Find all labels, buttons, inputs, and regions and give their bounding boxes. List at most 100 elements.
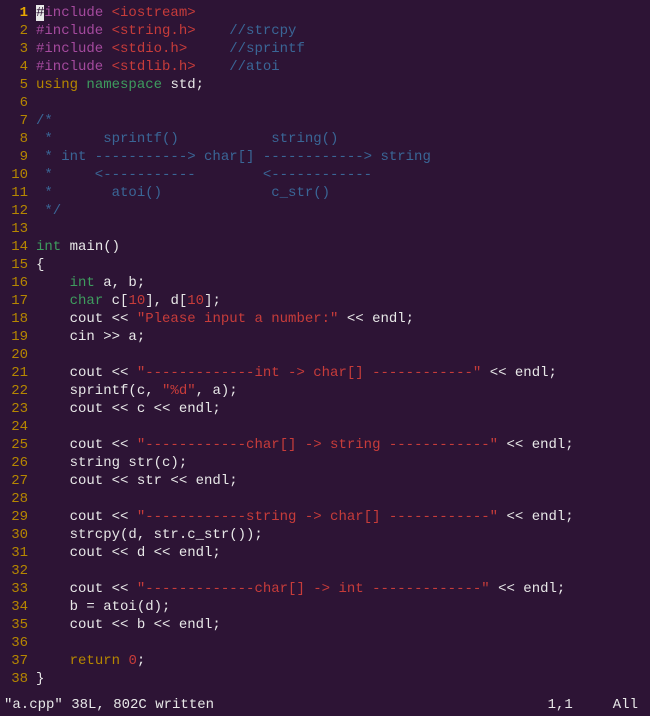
line-number: 26	[0, 454, 28, 472]
code-content[interactable]: #include <iostream>	[28, 4, 196, 22]
code-content[interactable]: #include <stdio.h> //sprintf	[28, 40, 305, 58]
code-line[interactable]: 11 * atoi() c_str()	[0, 184, 650, 202]
code-line[interactable]: 32	[0, 562, 650, 580]
code-content[interactable]: */	[28, 202, 61, 220]
code-line[interactable]: 9 * int -----------> char[] ------------…	[0, 148, 650, 166]
code-content[interactable]: sprintf(c, "%d", a);	[28, 382, 238, 400]
code-content[interactable]: return 0;	[28, 652, 145, 670]
code-line[interactable]: 12 */	[0, 202, 650, 220]
code-line[interactable]: 17 char c[10], d[10];	[0, 292, 650, 310]
code-line[interactable]: 21 cout << "-------------int -> char[] -…	[0, 364, 650, 382]
token-normal: , a);	[196, 383, 238, 399]
code-line[interactable]: 25 cout << "------------char[] -> string…	[0, 436, 650, 454]
line-number: 11	[0, 184, 28, 202]
code-line[interactable]: 1#include <iostream>	[0, 4, 650, 22]
code-line[interactable]: 2#include <string.h> //strcpy	[0, 22, 650, 40]
code-content[interactable]: #include <stdlib.h> //atoi	[28, 58, 280, 76]
code-line[interactable]: 4#include <stdlib.h> //atoi	[0, 58, 650, 76]
code-line[interactable]: 35 cout << b << endl;	[0, 616, 650, 634]
code-content[interactable]: cout << c << endl;	[28, 400, 221, 418]
code-line[interactable]: 28	[0, 490, 650, 508]
code-content[interactable]: cout << "------------string -> char[] --…	[28, 508, 574, 526]
token-normal	[187, 41, 229, 57]
code-content[interactable]: }	[28, 670, 44, 688]
code-editor[interactable]: 1#include <iostream>2#include <string.h>…	[0, 0, 650, 692]
line-number: 22	[0, 382, 28, 400]
code-line[interactable]: 38}	[0, 670, 650, 688]
code-line[interactable]: 16 int a, b;	[0, 274, 650, 292]
code-content[interactable]: * int -----------> char[] ------------> …	[28, 148, 431, 166]
code-content[interactable]	[28, 94, 36, 112]
token-include: <stdio.h>	[112, 41, 188, 57]
line-number: 34	[0, 598, 28, 616]
token-normal: c[	[103, 293, 128, 309]
code-content[interactable]: string str(c);	[28, 454, 187, 472]
line-number: 24	[0, 418, 28, 436]
code-content[interactable]	[28, 490, 36, 508]
code-content[interactable]: b = atoi(d);	[28, 598, 170, 616]
token-comment: /*	[36, 113, 53, 129]
code-content[interactable]: {	[28, 256, 44, 274]
code-content[interactable]: char c[10], d[10];	[28, 292, 221, 310]
code-content[interactable]	[28, 418, 36, 436]
token-type: namespace	[86, 77, 162, 93]
code-content[interactable]	[28, 562, 36, 580]
code-line[interactable]: 19 cin >> a;	[0, 328, 650, 346]
code-content[interactable]: * sprintf() string()	[28, 130, 338, 148]
code-content[interactable]	[28, 346, 36, 364]
code-content[interactable]: cout << "Please input a number:" << endl…	[28, 310, 414, 328]
code-content[interactable]	[28, 634, 36, 652]
code-content[interactable]: cout << "------------char[] -> string --…	[28, 436, 574, 454]
line-number: 38	[0, 670, 28, 688]
code-line[interactable]: 24	[0, 418, 650, 436]
line-number: 7	[0, 112, 28, 130]
code-content[interactable]: int a, b;	[28, 274, 145, 292]
code-line[interactable]: 23 cout << c << endl;	[0, 400, 650, 418]
line-number: 25	[0, 436, 28, 454]
code-line[interactable]: 29 cout << "------------string -> char[]…	[0, 508, 650, 526]
code-line[interactable]: 20	[0, 346, 650, 364]
code-content[interactable]: cout << "-------------int -> char[] ----…	[28, 364, 557, 382]
code-line[interactable]: 7 /*	[0, 112, 650, 130]
code-content[interactable]: * <----------- <------------	[28, 166, 372, 184]
code-line[interactable]: 33 cout << "-------------char[] -> int -…	[0, 580, 650, 598]
code-line[interactable]: 31 cout << d << endl;	[0, 544, 650, 562]
token-normal: cout <<	[36, 365, 137, 381]
code-line[interactable]: 10 * <----------- <------------	[0, 166, 650, 184]
code-line[interactable]: 36	[0, 634, 650, 652]
code-line[interactable]: 13	[0, 220, 650, 238]
code-content[interactable]	[28, 220, 36, 238]
code-line[interactable]: 37 return 0;	[0, 652, 650, 670]
code-line[interactable]: 5using namespace std;	[0, 76, 650, 94]
code-line[interactable]: 30 strcpy(d, str.c_str());	[0, 526, 650, 544]
code-content[interactable]: cout << str << endl;	[28, 472, 238, 490]
token-comment: //sprintf	[229, 41, 305, 57]
token-normal: strcpy(d, str.c_str());	[36, 527, 263, 543]
code-content[interactable]: cout << b << endl;	[28, 616, 221, 634]
code-content[interactable]: using namespace std;	[28, 76, 204, 94]
code-line[interactable]: 27 cout << str << endl;	[0, 472, 650, 490]
code-content[interactable]: int main()	[28, 238, 120, 256]
code-line[interactable]: 15{	[0, 256, 650, 274]
line-number: 33	[0, 580, 28, 598]
code-line[interactable]: 26 string str(c);	[0, 454, 650, 472]
code-content[interactable]: cout << "-------------char[] -> int ----…	[28, 580, 565, 598]
code-content[interactable]: cin >> a;	[28, 328, 145, 346]
token-normal: << endl;	[481, 365, 557, 381]
code-content[interactable]: /*	[28, 112, 53, 130]
code-line[interactable]: 22 sprintf(c, "%d", a);	[0, 382, 650, 400]
code-line[interactable]: 34 b = atoi(d);	[0, 598, 650, 616]
code-content[interactable]: strcpy(d, str.c_str());	[28, 526, 263, 544]
token-normal: << endl;	[498, 437, 574, 453]
status-cursor-position: 1,1	[548, 696, 613, 714]
code-line[interactable]: 6	[0, 94, 650, 112]
code-line[interactable]: 8 * sprintf() string()	[0, 130, 650, 148]
code-line[interactable]: 14int main()	[0, 238, 650, 256]
code-line[interactable]: 3#include <stdio.h> //sprintf	[0, 40, 650, 58]
code-content[interactable]: #include <string.h> //strcpy	[28, 22, 296, 40]
code-content[interactable]: cout << d << endl;	[28, 544, 221, 562]
code-content[interactable]: * atoi() c_str()	[28, 184, 330, 202]
line-number: 14	[0, 238, 28, 256]
token-normal: main()	[61, 239, 120, 255]
code-line[interactable]: 18 cout << "Please input a number:" << e…	[0, 310, 650, 328]
